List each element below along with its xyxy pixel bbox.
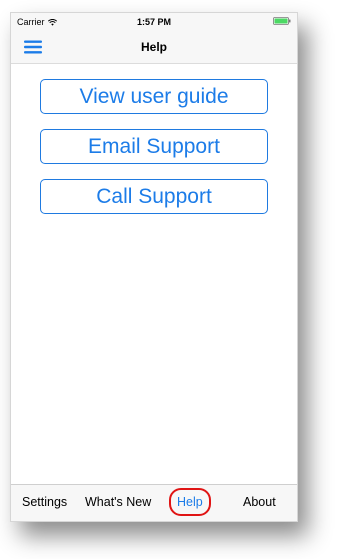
tab-bar: Settings What's New Help About bbox=[11, 484, 297, 521]
help-content: View user guide Email Support Call Suppo… bbox=[11, 64, 297, 484]
call-support-button[interactable]: Call Support bbox=[40, 179, 268, 214]
page-title: Help bbox=[140, 40, 167, 54]
email-support-button[interactable]: Email Support bbox=[40, 129, 268, 164]
tab-about[interactable]: About bbox=[243, 495, 276, 509]
view-user-guide-button[interactable]: View user guide bbox=[40, 79, 268, 114]
tab-help[interactable]: Help bbox=[169, 488, 211, 516]
navigation-bar: Help bbox=[11, 31, 297, 64]
battery-icon bbox=[273, 17, 291, 25]
status-time: 1:57 PM bbox=[136, 17, 171, 27]
tab-settings[interactable]: Settings bbox=[22, 495, 67, 509]
tab-whats-new[interactable]: What's New bbox=[85, 495, 151, 509]
status-bar: Carrier 1:57 PM bbox=[11, 13, 297, 31]
phone-screen: Carrier 1:57 PM Help View user guide Ema… bbox=[10, 12, 298, 522]
